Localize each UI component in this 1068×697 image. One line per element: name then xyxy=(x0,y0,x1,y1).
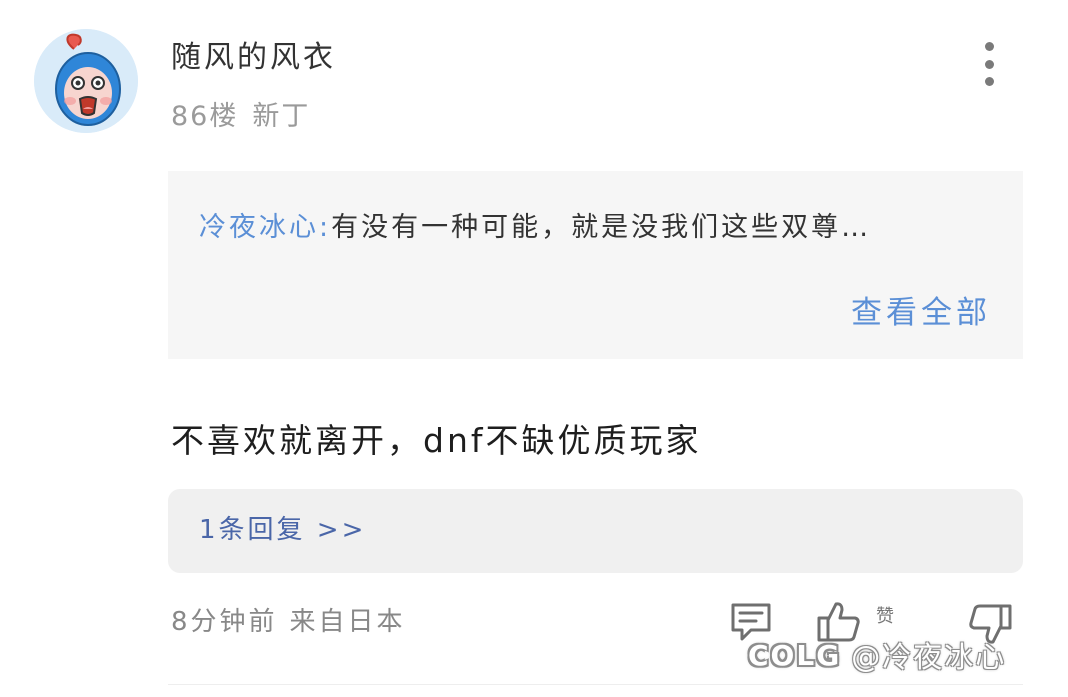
post-meta: 86楼 新丁 xyxy=(171,99,310,135)
watermark-logo: COLG xyxy=(748,638,842,672)
username[interactable]: 随风的风衣 xyxy=(171,38,336,78)
more-dot-icon xyxy=(984,77,994,86)
watermark: COLG @冷夜冰心 xyxy=(748,632,1006,678)
replies-panel[interactable]: 1条回复 >> xyxy=(168,489,1023,573)
like-label: 赞 xyxy=(876,606,894,627)
user-level: 新丁 xyxy=(252,101,311,132)
comment-body: 不喜欢就离开，dnf不缺优质玩家 xyxy=(171,421,702,460)
quote-line: 冷夜冰心:有没有一种可能，就是没我们这些双尊… xyxy=(199,208,871,248)
floor-number: 86楼 xyxy=(171,101,239,132)
more-options-button[interactable] xyxy=(969,38,1009,90)
quoted-comment: 冷夜冰心:有没有一种可能，就是没我们这些双尊… 查看全部 xyxy=(168,171,1023,359)
post-source: 来自日本 xyxy=(289,607,406,637)
more-dot-icon xyxy=(984,42,994,51)
more-dot-icon xyxy=(984,59,994,69)
avatar[interactable] xyxy=(34,29,138,133)
quote-author[interactable]: 冷夜冰心: xyxy=(199,212,331,243)
view-all-link[interactable]: 查看全部 xyxy=(851,291,991,335)
quote-text: 有没有一种可能，就是没我们这些双尊… xyxy=(331,212,872,243)
post-time-source: 8分钟前 来自日本 xyxy=(171,603,406,641)
cartoon-avatar-icon xyxy=(34,29,138,133)
watermark-handle: @冷夜冰心 xyxy=(851,640,1007,674)
replies-link[interactable]: 1条回复 >> xyxy=(199,511,366,549)
post-time: 8分钟前 xyxy=(171,607,278,637)
divider xyxy=(168,684,1023,685)
